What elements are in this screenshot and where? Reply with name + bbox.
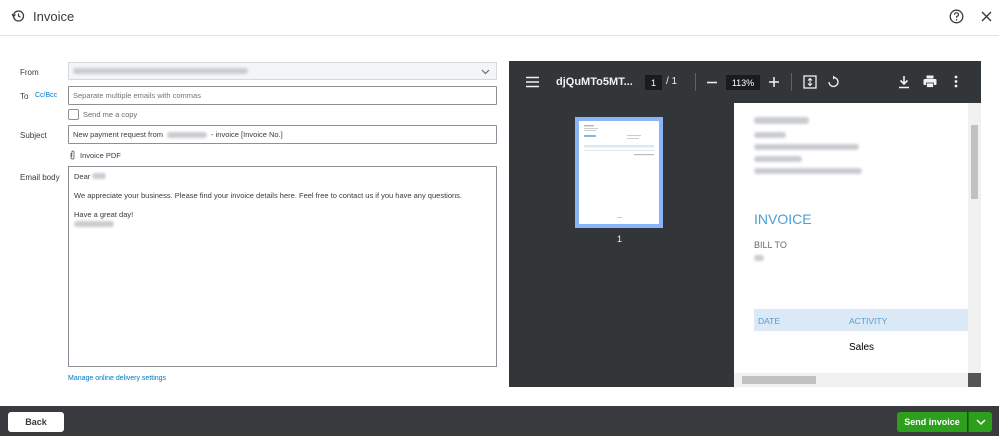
chevron-down-icon[interactable]	[481, 67, 490, 76]
close-icon[interactable]	[980, 10, 993, 23]
page-number-input[interactable]: 1	[645, 75, 662, 90]
help-icon[interactable]	[949, 9, 964, 24]
pdf-toolbar: djQuMTo5MT... 1 / 1 113%	[509, 61, 981, 103]
fit-page-icon[interactable]	[803, 75, 817, 89]
thumbnail-preview	[584, 125, 654, 218]
to-label: To	[20, 92, 29, 101]
send-copy-checkbox[interactable]	[68, 109, 79, 120]
page-title: Invoice	[33, 9, 75, 24]
send-copy-label: Send me a copy	[83, 110, 138, 119]
zoom-out-icon[interactable]	[707, 81, 717, 84]
document-pane[interactable]: INVOICE BILL TO DATE ACTIVITY Sales	[734, 103, 981, 387]
subject-prefix: New payment request from	[73, 130, 164, 139]
horizontal-scroll-thumb[interactable]	[742, 376, 816, 384]
header: Invoice	[0, 0, 999, 36]
customer-redacted	[754, 255, 764, 261]
cc-bcc-link[interactable]: Cc/Bcc	[35, 92, 57, 99]
body-line: We appreciate your business. Please find…	[74, 191, 462, 200]
thumbnail-sidebar: 1	[509, 103, 734, 387]
subject-company-redacted	[167, 131, 208, 138]
from-label: From	[20, 68, 39, 77]
page-thumbnail[interactable]	[575, 117, 663, 228]
body-greeting: Dear	[74, 172, 491, 182]
vertical-scrollbar[interactable]	[968, 103, 981, 373]
pdf-viewer: djQuMTo5MT... 1 / 1 113% 1 INVOICE BILL …	[509, 61, 981, 387]
to-input[interactable]	[68, 86, 497, 105]
subject-suffix: - invoice [Invoice No.]	[211, 130, 283, 139]
subject-input[interactable]: New payment request from - invoice [Invo…	[68, 125, 497, 144]
toolbar-divider	[695, 73, 696, 91]
send-options-button[interactable]	[968, 412, 992, 432]
rotate-icon[interactable]	[826, 75, 840, 89]
vertical-scroll-thumb[interactable]	[971, 125, 978, 199]
more-options-icon[interactable]	[954, 75, 958, 88]
zoom-in-icon[interactable]	[769, 77, 779, 87]
paperclip-icon	[70, 150, 75, 160]
subject-label: Subject	[20, 131, 47, 140]
body-closing: Have a great day!	[74, 210, 491, 230]
horizontal-scrollbar[interactable]	[734, 373, 968, 387]
email-body-textarea[interactable]: Dear We appreciate your business. Please…	[68, 166, 497, 367]
manage-delivery-link[interactable]: Manage online delivery settings	[68, 375, 166, 382]
chevron-down-icon	[976, 419, 986, 426]
back-button[interactable]: Back	[8, 412, 64, 432]
pdf-page: INVOICE BILL TO DATE ACTIVITY Sales	[734, 103, 968, 373]
row-activity: Sales	[849, 342, 875, 353]
column-date: DATE	[758, 316, 781, 326]
zoom-input[interactable]: 113%	[726, 75, 760, 90]
thumbnail-page-number: 1	[617, 234, 623, 244]
footer-bar: Back Send invoice	[0, 406, 999, 436]
page-total: / 1	[666, 76, 678, 87]
menu-icon[interactable]	[526, 76, 539, 88]
phone-redacted	[754, 156, 802, 162]
print-icon[interactable]	[923, 75, 937, 88]
toolbar-divider	[791, 73, 792, 91]
email-redacted	[754, 168, 862, 174]
send-invoice-button[interactable]: Send invoice	[897, 412, 967, 432]
company-name-redacted	[754, 117, 809, 124]
download-icon[interactable]	[898, 75, 910, 89]
address-redacted	[754, 144, 859, 150]
attachment-label[interactable]: Invoice PDF	[80, 151, 121, 160]
from-select[interactable]	[68, 62, 497, 80]
column-activity: ACTIVITY	[849, 316, 888, 326]
from-value-redacted	[73, 68, 248, 74]
bill-to-label: BILL TO	[754, 240, 787, 250]
history-icon[interactable]	[11, 9, 25, 23]
pdf-filename: djQuMTo5MT...	[556, 76, 633, 88]
address-redacted	[754, 132, 786, 138]
invoice-heading: INVOICE	[754, 211, 812, 227]
email-body-label: Email body	[20, 173, 60, 182]
